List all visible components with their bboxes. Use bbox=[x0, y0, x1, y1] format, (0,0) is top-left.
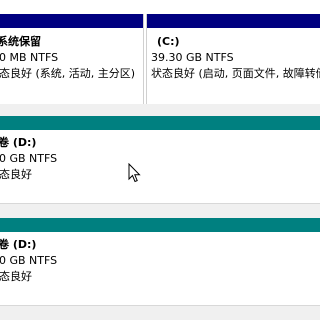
partition-bar-logical bbox=[0, 116, 320, 130]
partition-bar-logical bbox=[0, 218, 320, 232]
partition-size: 0 GB NTFS bbox=[0, 254, 58, 267]
disk-gap bbox=[0, 306, 320, 320]
partition-status: 态良好 bbox=[0, 270, 32, 283]
partition-volume-d-2[interactable]: 卷 (D:) 0 GB NTFS 态良好 bbox=[0, 218, 320, 306]
partition-bar-primary bbox=[147, 14, 320, 28]
partition-size: 0 MB NTFS bbox=[0, 51, 59, 64]
disk-gap bbox=[0, 104, 320, 116]
mouse-pointer-icon bbox=[128, 163, 141, 183]
partition-bar-primary bbox=[0, 14, 143, 28]
partition-c-drive[interactable]: (C:) 39.30 GB NTFS 状态良好 (启动, 页面文件, 故障转储 bbox=[147, 14, 320, 104]
partition-name: 系统保留 bbox=[0, 35, 41, 48]
partition-status: 状态良好 (启动, 页面文件, 故障转储 bbox=[151, 67, 320, 80]
disk-gap bbox=[0, 204, 320, 218]
partition-name: (C:) bbox=[157, 35, 180, 48]
partition-status: 态良好 (系统, 活动, 主分区) bbox=[0, 67, 136, 80]
partition-name: 卷 (D:) bbox=[0, 136, 37, 149]
partition-volume-d[interactable]: 卷 (D:) 0 GB NTFS 态良好 bbox=[0, 116, 320, 204]
partition-size: 39.30 GB NTFS bbox=[151, 51, 234, 64]
partition-system-reserved[interactable]: 系统保留 0 MB NTFS 态良好 (系统, 活动, 主分区) bbox=[0, 14, 143, 104]
partition-status: 态良好 bbox=[0, 168, 32, 181]
partition-name: 卷 (D:) bbox=[0, 238, 37, 251]
partition-size: 0 GB NTFS bbox=[0, 152, 58, 165]
